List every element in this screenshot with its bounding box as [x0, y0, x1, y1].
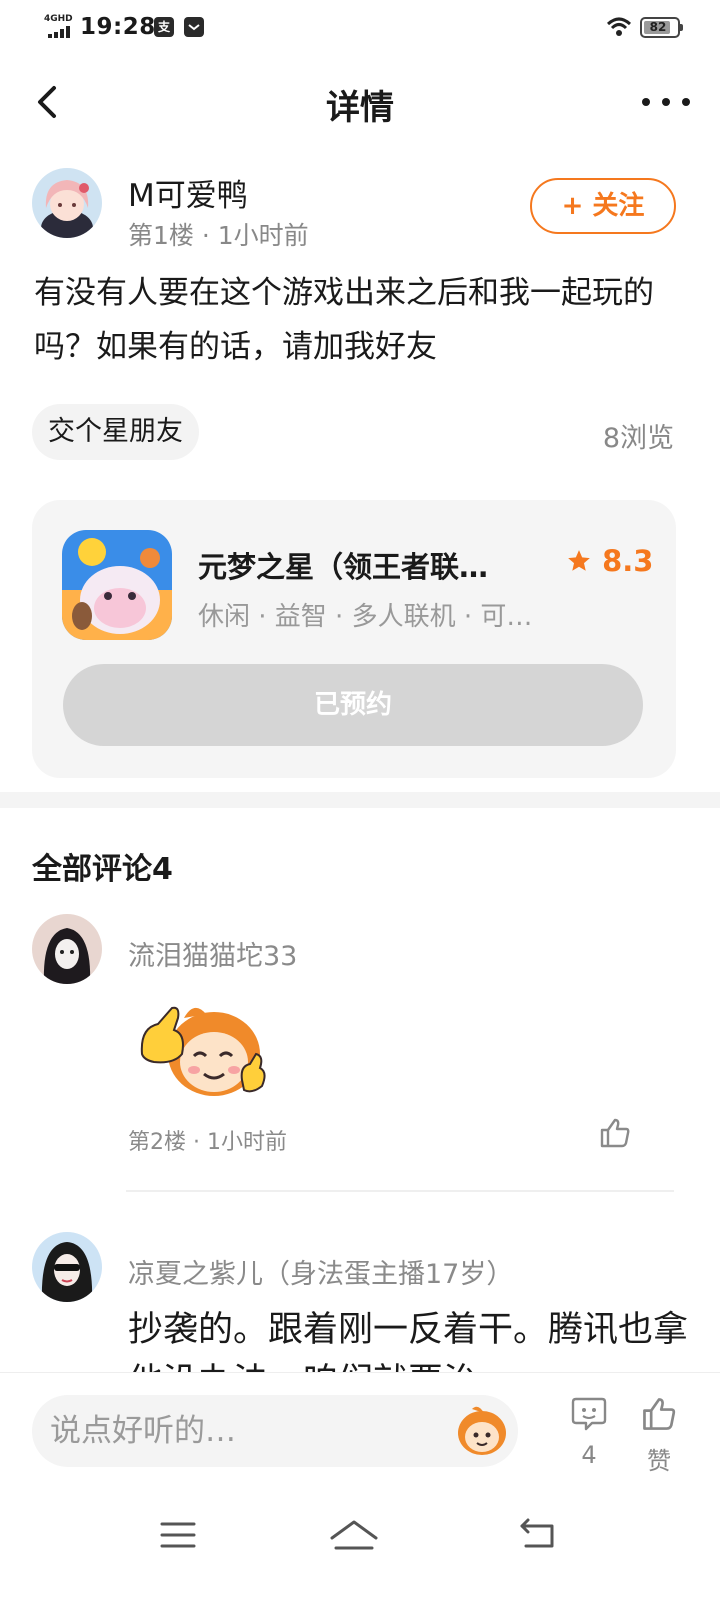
battery-icon: 82 — [640, 17, 683, 38]
comment-input-bar: 说点好听的… 4 赞 — [0, 1372, 720, 1492]
system-nav-bar — [0, 1492, 720, 1600]
game-rating: 8.3 — [566, 544, 653, 578]
more-dot-icon — [662, 98, 670, 106]
comment-separator — [126, 1190, 674, 1192]
status-bar: 4GHD 19:28 支 82 — [0, 0, 720, 56]
menu-icon — [160, 1522, 196, 1548]
topic-tag[interactable]: 交个星朋友 — [32, 404, 199, 460]
author-name[interactable]: M可爱鸭 — [128, 170, 248, 215]
menu-nav-button[interactable] — [148, 1510, 208, 1560]
comment-input[interactable]: 说点好听的… — [32, 1395, 518, 1467]
game-rating-value: 8.3 — [602, 544, 654, 578]
network-type: 4GHD — [44, 14, 73, 24]
signal-icon — [48, 26, 70, 38]
like-button[interactable]: 赞 — [634, 1395, 684, 1476]
emoji-sticker-icon — [458, 1406, 506, 1455]
game-tags: 休闲 · 益智 · 多人联机 · 可… — [198, 602, 533, 632]
author-avatar[interactable] — [32, 168, 102, 238]
emoji-button[interactable] — [456, 1405, 508, 1457]
reserved-button[interactable]: 已预约 — [63, 664, 643, 746]
post-meta: 第1楼 · 1小时前 — [128, 221, 309, 250]
wifi-icon — [606, 17, 632, 36]
view-count: 8浏览 — [602, 423, 674, 454]
more-dot-icon — [682, 98, 690, 106]
comment-count-button[interactable]: 4 — [564, 1395, 614, 1469]
game-card[interactable]: 元梦之星（领王者联… 8.3 休闲 · 益智 · 多人联机 · 可… 已预约 — [32, 500, 676, 778]
follow-button[interactable]: + 关注 — [530, 178, 676, 234]
alipay-icon: 支 — [154, 17, 174, 37]
game-icon — [62, 530, 172, 640]
comment-count: 4 — [581, 1441, 597, 1469]
game-name: 元梦之星（领王者联… — [198, 550, 489, 584]
status-time: 19:28 — [80, 14, 156, 40]
comment-like-button[interactable] — [598, 1116, 632, 1150]
comment-avatar[interactable] — [32, 914, 102, 984]
comment-text: 抄袭的。跟着刚一反着干。腾讯也拿他没办法，咱们就要治 — [128, 1310, 688, 1374]
more-options-button[interactable] — [640, 92, 692, 112]
back-nav-button[interactable] — [508, 1510, 568, 1560]
like-label: 赞 — [647, 1447, 671, 1475]
page-header: 详情 — [0, 60, 720, 144]
page-title: 详情 — [326, 88, 394, 128]
comment-username[interactable]: 流泪猫猫坨33 — [128, 934, 297, 973]
comment-avatar[interactable] — [32, 1232, 102, 1302]
message-icon — [184, 17, 204, 37]
comment-meta: 第2楼 · 1小时前 — [128, 1130, 287, 1155]
more-dot-icon — [642, 98, 650, 106]
battery-level: 82 — [649, 20, 667, 34]
back-arrow-icon — [520, 1518, 554, 1548]
section-divider — [0, 792, 720, 808]
comment-icon — [571, 1397, 607, 1431]
post-content: 有没有人要在这个游戏出来之后和我一起玩的吗？如果有的话，请加我好友 — [34, 275, 654, 365]
home-icon — [330, 1520, 378, 1550]
comments-title: 全部评论4 — [32, 852, 173, 887]
sticker-emoji — [134, 998, 268, 1102]
thumbs-up-icon — [600, 1118, 630, 1148]
star-icon — [568, 550, 590, 571]
thumbs-up-icon — [643, 1398, 676, 1430]
home-nav-button[interactable] — [324, 1510, 384, 1560]
comment-username[interactable]: 凉夏之紫儿（身法蛋主播17岁） — [128, 1252, 513, 1291]
